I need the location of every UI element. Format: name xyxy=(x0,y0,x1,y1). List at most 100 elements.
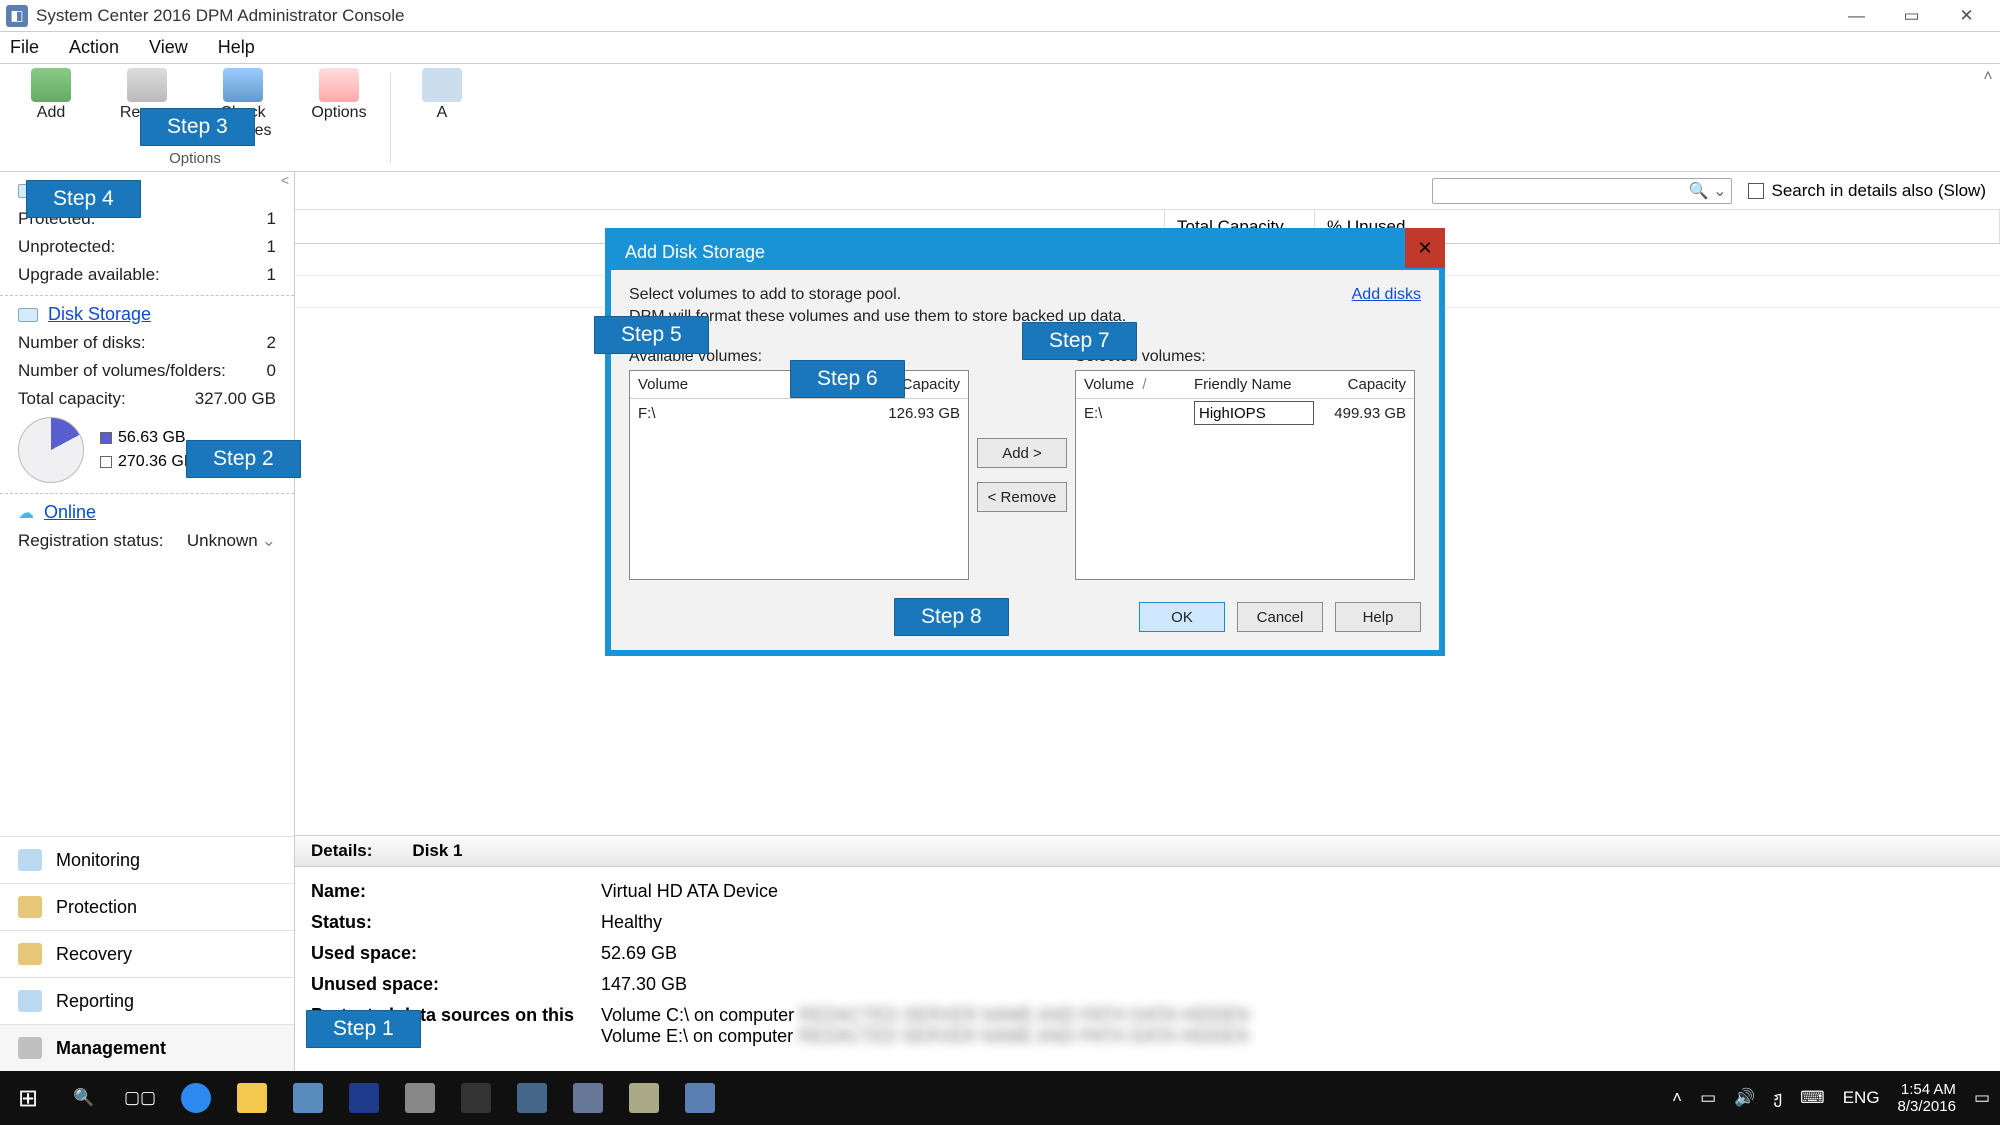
tray-keyboard-icon[interactable]: ⌨ xyxy=(1800,1088,1825,1108)
menu-action[interactable]: Action xyxy=(69,37,119,58)
nav-reporting[interactable]: Reporting xyxy=(0,977,294,1024)
step-3-callout: Step 3 xyxy=(140,108,255,146)
task-explorer[interactable] xyxy=(224,1071,280,1125)
tray-ease-icon[interactable]: ჟ xyxy=(1773,1088,1782,1108)
col-volume: Volume / xyxy=(1076,376,1186,393)
task-ie[interactable] xyxy=(168,1071,224,1125)
sidebar-disk-storage-link[interactable]: Disk Storage xyxy=(48,304,151,325)
remove-volume-button[interactable]: < Remove xyxy=(977,482,1067,512)
step-8-callout: Step 8 xyxy=(894,598,1009,636)
app-icon xyxy=(629,1083,659,1113)
ok-button[interactable]: OK xyxy=(1139,602,1225,632)
start-button[interactable]: ⊞ xyxy=(0,1071,56,1125)
powershell-icon xyxy=(349,1083,379,1113)
task-app4[interactable] xyxy=(560,1071,616,1125)
task-view[interactable]: ▢▢ xyxy=(112,1071,168,1125)
sidebar-online-link[interactable]: Online xyxy=(44,502,96,523)
add-disks-link[interactable]: Add disks xyxy=(1352,286,1421,304)
step-2-callout: Step 2 xyxy=(186,440,301,478)
cloud-icon: ☁ xyxy=(18,503,34,523)
menu-help[interactable]: Help xyxy=(218,37,255,58)
redacted-text: REDACTED SERVER NAME AND PATH DATA HIDDE… xyxy=(798,1026,1248,1046)
tray-notifications-icon[interactable]: ▭ xyxy=(1974,1088,1990,1108)
menu-view[interactable]: View xyxy=(149,37,188,58)
tray-volume-icon[interactable]: 🔊 xyxy=(1734,1088,1755,1108)
detail-status-value: Healthy xyxy=(601,912,662,933)
task-app1[interactable] xyxy=(392,1071,448,1125)
close-button[interactable]: ✕ xyxy=(1939,1,1994,31)
nav-management[interactable]: Management xyxy=(0,1024,294,1071)
disk-totalcap-value: 327.00 GB xyxy=(195,389,276,409)
rescan-icon xyxy=(127,68,167,102)
ribbon-about[interactable]: A xyxy=(407,68,477,122)
add-disk-icon xyxy=(31,68,71,102)
main-content: 🔍 ⌄ Search in details also (Slow) Total … xyxy=(295,172,2000,1071)
tray-network-icon[interactable]: ▭ xyxy=(1700,1088,1716,1108)
maximize-button[interactable]: ▭ xyxy=(1884,1,1939,31)
help-button[interactable]: Help xyxy=(1335,602,1421,632)
check-updates-icon xyxy=(223,68,263,102)
menu-file[interactable]: File xyxy=(10,37,39,58)
sel-vol-cap: 499.93 GB xyxy=(1324,405,1414,422)
sidebar-collapse-icon[interactable]: < xyxy=(276,172,294,190)
task-dpm[interactable] xyxy=(672,1071,728,1125)
agents-upgrade-label: Upgrade available: xyxy=(18,265,267,285)
selected-volumes-list[interactable]: Volume / Friendly Name Capacity E:\ 499.… xyxy=(1075,370,1415,580)
dialog-close-button[interactable]: ✕ xyxy=(1405,228,1445,268)
ribbon-add-label: Add xyxy=(37,104,65,122)
task-powershell[interactable] xyxy=(336,1071,392,1125)
detail-unused-label: Unused space: xyxy=(311,974,601,995)
nav-monitoring-label: Monitoring xyxy=(56,850,140,871)
nav-recovery[interactable]: Recovery xyxy=(0,930,294,977)
tray-chevron-icon[interactable]: ˄ xyxy=(1672,1088,1682,1108)
monitoring-icon xyxy=(18,849,42,871)
tray-clock[interactable]: 1:54 AM 8/3/2016 xyxy=(1898,1081,1956,1115)
add-volume-button[interactable]: Add > xyxy=(977,438,1067,468)
app-icon: ◧ xyxy=(6,5,28,27)
friendly-name-input[interactable] xyxy=(1194,401,1314,425)
cancel-button[interactable]: Cancel xyxy=(1237,602,1323,632)
taskbar: ⊞ 🔍 ▢▢ ˄ ▭ 🔊 ჟ ⌨ ENG 1:54 AM 8/3/2016 ▭ xyxy=(0,1071,2000,1125)
search-details-label: Search in details also (Slow) xyxy=(1772,181,1986,201)
tray-lang[interactable]: ENG xyxy=(1843,1088,1880,1108)
dialog-title: Add Disk Storage xyxy=(625,242,765,263)
task-app5[interactable] xyxy=(616,1071,672,1125)
agents-protected-value: 1 xyxy=(267,209,276,229)
search-icon: 🔍 xyxy=(73,1088,94,1108)
nav-protection[interactable]: Protection xyxy=(0,883,294,930)
search-icon: 🔍 ⌄ xyxy=(1689,181,1727,201)
search-input[interactable]: 🔍 ⌄ xyxy=(1432,178,1732,204)
avail-vol-name[interactable]: F:\ xyxy=(630,405,868,422)
legend-free-box xyxy=(100,456,112,468)
nav-monitoring[interactable]: Monitoring xyxy=(0,836,294,883)
agents-upgrade-value: 1 xyxy=(267,265,276,285)
dropdown-icon[interactable]: ⌄ xyxy=(262,531,276,551)
task-server-manager[interactable] xyxy=(280,1071,336,1125)
detail-used-label: Used space: xyxy=(311,943,601,964)
task-search[interactable]: 🔍 xyxy=(56,1071,112,1125)
nav-recovery-label: Recovery xyxy=(56,944,132,965)
task-app3[interactable] xyxy=(504,1071,560,1125)
step-1-callout: Step 1 xyxy=(306,1010,421,1048)
dpm-icon xyxy=(685,1083,715,1113)
app-icon xyxy=(517,1083,547,1113)
nav-reporting-label: Reporting xyxy=(56,991,134,1012)
search-details-checkbox[interactable] xyxy=(1748,183,1764,199)
options-icon xyxy=(319,68,359,102)
ribbon-options[interactable]: Options xyxy=(304,68,374,122)
ribbon-collapse-icon[interactable]: ˄ xyxy=(1976,64,2000,171)
details-label: Details: xyxy=(311,841,372,861)
disk-numvols-label: Number of volumes/folders: xyxy=(18,361,267,381)
minimize-button[interactable]: — xyxy=(1829,1,1884,31)
reporting-icon xyxy=(18,990,42,1012)
nav-management-label: Management xyxy=(56,1038,166,1059)
detail-name-label: Name: xyxy=(311,881,601,902)
ie-icon xyxy=(181,1083,211,1113)
ribbon-add[interactable]: Add xyxy=(16,68,86,122)
task-app2[interactable] xyxy=(448,1071,504,1125)
sel-vol-name[interactable]: E:\ xyxy=(1076,405,1186,422)
management-icon xyxy=(18,1037,42,1059)
available-volumes-list[interactable]: Volume Capacity F:\ 126.93 GB xyxy=(629,370,969,580)
detail-pds-value-1: Volume C:\ on computer xyxy=(601,1005,794,1025)
legend-used-value: 56.63 GB xyxy=(118,429,186,447)
